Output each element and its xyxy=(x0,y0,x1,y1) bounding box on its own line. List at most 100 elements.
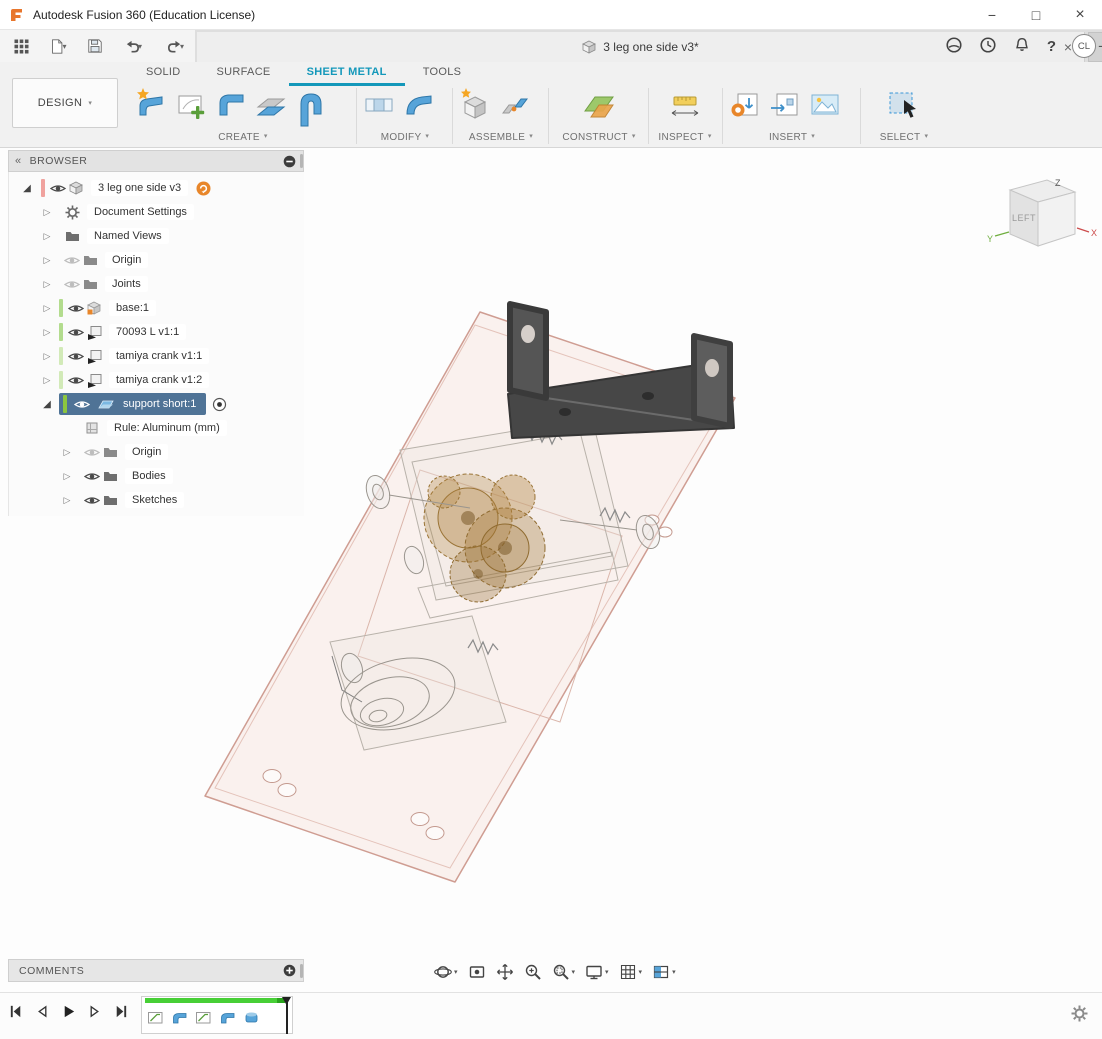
tree-row-sheet-metal-rule[interactable]: Rule: Aluminum (mm) xyxy=(9,416,304,440)
construct-plane-button[interactable] xyxy=(582,86,616,124)
timeline-flange-feature[interactable] xyxy=(171,1009,188,1029)
timeline-sketch-feature[interactable] xyxy=(195,1009,212,1029)
expand-icon[interactable]: ▷ xyxy=(61,471,73,482)
tree-row-support-short[interactable]: ◢ support short:1 xyxy=(9,392,304,416)
look-at-button[interactable] xyxy=(468,963,486,981)
select-button[interactable] xyxy=(887,86,921,124)
expand-icon[interactable]: ▷ xyxy=(41,279,53,290)
zoom-window-button[interactable]: ▾ xyxy=(552,963,576,981)
select-menu[interactable]: SELECT▾ xyxy=(866,132,942,143)
timeline-sketch-feature[interactable] xyxy=(147,1009,164,1029)
expand-icon[interactable]: ▷ xyxy=(41,231,53,242)
tree-row-base[interactable]: ▷ base:1 xyxy=(9,296,304,320)
file-menu-button[interactable]: ▾ xyxy=(40,30,76,62)
create-sketch-button[interactable] xyxy=(174,86,208,124)
play-button[interactable] xyxy=(60,1003,77,1023)
visibility-eye-icon[interactable] xyxy=(73,399,91,410)
insert-svg-button[interactable] xyxy=(728,86,762,124)
expand-icon[interactable]: ◢ xyxy=(41,399,53,410)
unfold-button[interactable] xyxy=(362,86,396,124)
insert-menu[interactable]: INSERT▾ xyxy=(728,132,856,143)
visibility-eye-icon[interactable] xyxy=(67,327,85,338)
skip-to-end-button[interactable] xyxy=(112,1003,129,1023)
convert-to-sheet-metal-button[interactable] xyxy=(254,86,288,124)
tree-item-label[interactable]: 70093 L v1:1 xyxy=(109,324,186,340)
expand-icon[interactable]: ▷ xyxy=(41,207,53,218)
display-settings-button[interactable]: ▾ xyxy=(585,963,609,981)
minimize-button[interactable]: − xyxy=(970,0,1014,30)
view-cube-front-face[interactable] xyxy=(1038,192,1075,246)
visibility-eye-icon[interactable] xyxy=(63,279,81,290)
expand-icon[interactable]: ▷ xyxy=(61,495,73,506)
tree-item-label[interactable]: Bodies xyxy=(125,468,173,484)
close-button[interactable]: × xyxy=(1058,0,1102,30)
tree-item-label[interactable]: Sketches xyxy=(125,492,184,508)
tree-item-label[interactable]: Joints xyxy=(105,276,148,292)
tree-row-tamiya-crank-1[interactable]: ▷ tamiya crank v1:1 xyxy=(9,344,304,368)
expand-icon[interactable]: ▷ xyxy=(41,255,53,266)
job-status-clock-icon[interactable] xyxy=(979,36,997,57)
modify-menu[interactable]: MODIFY▾ xyxy=(362,132,448,143)
tree-item-label[interactable]: 3 leg one side v3 xyxy=(91,180,188,196)
inspect-menu[interactable]: INSPECT▾ xyxy=(652,132,718,143)
expand-icon[interactable]: ◢ xyxy=(21,183,33,194)
tree-item-label[interactable]: tamiya crank v1:2 xyxy=(109,372,209,388)
tree-row-70093[interactable]: ▷ 70093 L v1:1 xyxy=(9,320,304,344)
panel-resize-grip[interactable] xyxy=(300,154,303,168)
visibility-eye-icon[interactable] xyxy=(49,183,67,194)
timeline-track[interactable] xyxy=(141,996,293,1034)
step-forward-button[interactable] xyxy=(86,1003,103,1023)
step-back-button[interactable] xyxy=(34,1003,51,1023)
viewports-button[interactable]: ▾ xyxy=(652,963,676,981)
zoom-button[interactable] xyxy=(524,963,542,981)
redo-button[interactable]: ▾ xyxy=(156,30,194,62)
tree-item-label[interactable]: tamiya crank v1:1 xyxy=(109,348,209,364)
tree-item-label[interactable]: Origin xyxy=(125,444,168,460)
skip-to-start-button[interactable] xyxy=(8,1003,25,1023)
visibility-eye-icon[interactable] xyxy=(83,471,101,482)
workspace-selector[interactable]: DESIGN ▾ xyxy=(12,78,118,128)
panel-resize-grip[interactable] xyxy=(300,964,303,978)
expand-icon[interactable]: ▷ xyxy=(41,303,53,314)
insert-image-button[interactable] xyxy=(808,86,842,124)
tab-solid[interactable]: SOLID xyxy=(128,62,199,86)
assemble-menu[interactable]: ASSEMBLE▾ xyxy=(458,132,544,143)
joint-button[interactable] xyxy=(498,86,532,124)
visibility-eye-icon[interactable] xyxy=(67,351,85,362)
add-comment-icon[interactable] xyxy=(283,964,296,977)
tree-row-support-origin[interactable]: ▷ Origin xyxy=(9,440,304,464)
construct-menu[interactable]: CONSTRUCT▾ xyxy=(554,132,644,143)
expand-icon[interactable]: ▷ xyxy=(41,375,53,386)
tab-surface[interactable]: SURFACE xyxy=(199,62,289,86)
extensions-icon[interactable] xyxy=(945,36,963,57)
tree-row-root[interactable]: ◢ 3 leg one side v3 xyxy=(9,176,304,200)
undo-button[interactable]: ▾ xyxy=(114,30,152,62)
visibility-eye-icon[interactable] xyxy=(67,303,85,314)
expand-icon[interactable]: ▷ xyxy=(41,327,53,338)
insert-derive-button[interactable] xyxy=(768,86,802,124)
new-flange-button[interactable] xyxy=(134,86,168,124)
expand-icon[interactable]: ▷ xyxy=(61,447,73,458)
pan-button[interactable] xyxy=(496,963,514,981)
visibility-eye-icon[interactable] xyxy=(63,255,81,266)
notifications-bell-icon[interactable] xyxy=(1013,36,1031,57)
view-cube[interactable]: LEFT Z Y X xyxy=(985,170,1102,265)
measure-button[interactable] xyxy=(668,86,702,124)
collapse-panel-icon[interactable]: « xyxy=(15,155,22,167)
new-component-button[interactable] xyxy=(458,86,492,124)
expand-icon[interactable]: ▷ xyxy=(41,351,53,362)
flange-button[interactable] xyxy=(214,86,248,124)
panel-display-toggle-icon[interactable] xyxy=(283,155,296,168)
app-grid-icon[interactable] xyxy=(6,30,36,62)
activate-component-radio[interactable] xyxy=(212,397,227,412)
visibility-eye-icon[interactable] xyxy=(83,447,101,458)
save-button[interactable] xyxy=(80,30,110,62)
orbit-button[interactable]: ▾ xyxy=(434,963,458,981)
tree-row-named-views[interactable]: ▷ Named Views xyxy=(9,224,304,248)
visibility-eye-icon[interactable] xyxy=(67,375,85,386)
tree-item-label[interactable]: Document Settings xyxy=(87,204,194,220)
timeline-base-feature[interactable] xyxy=(243,1009,260,1029)
tree-row-document-settings[interactable]: ▷ Document Settings xyxy=(9,200,304,224)
selected-row-highlight[interactable]: support short:1 xyxy=(59,393,206,415)
preferences-gear-icon[interactable] xyxy=(1071,1005,1088,1025)
